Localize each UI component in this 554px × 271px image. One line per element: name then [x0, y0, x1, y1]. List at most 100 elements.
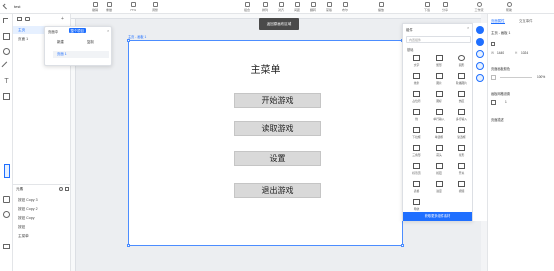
return-canvas-tooltip[interactable]: 返回原画布区域 [259, 18, 299, 30]
filter-icon[interactable] [65, 187, 69, 191]
tab-interactions[interactable]: 交互事件 [519, 18, 533, 23]
line-tool-icon[interactable] [1, 61, 12, 72]
grid-icon[interactable] [491, 100, 496, 105]
component-item[interactable]: 表格 [405, 179, 428, 196]
artboard-label[interactable]: 主页 - 画板 1 [128, 34, 146, 39]
outline-panel: 元素 按钮 Copy 3 按钮 Copy 2 按钮 Copy 按钮 主菜单 [13, 184, 71, 271]
component-item[interactable]: 占位符 [405, 89, 428, 106]
assets-icon[interactable] [3, 211, 10, 218]
component-item[interactable]: 轮播图片 [450, 71, 473, 88]
settings-button[interactable]: 设置 [234, 151, 321, 166]
search-icon[interactable] [59, 187, 63, 191]
popup-tab-current[interactable]: 页面中 [48, 29, 58, 34]
component-item[interactable]: 复选框 [450, 125, 473, 142]
fill-swatch[interactable] [491, 75, 496, 80]
component-glyph-icon [413, 73, 420, 79]
toolbar-item[interactable]: 组合 [238, 2, 256, 12]
toolbar-item[interactable]: 播放 [372, 2, 390, 12]
resize-handle[interactable] [401, 244, 404, 247]
align-icon [278, 2, 284, 7]
quit-game-button[interactable]: 退出游戏 [234, 183, 321, 198]
component-item[interactable]: 线条 [405, 71, 428, 88]
add-page-icon[interactable]: + [61, 16, 64, 22]
charts-icon[interactable] [476, 74, 484, 82]
workflow-icon [476, 2, 482, 7]
icons-icon[interactable] [476, 38, 484, 46]
component-item[interactable]: 线 [405, 107, 428, 124]
component-item[interactable]: 单选框 [428, 125, 451, 142]
component-item[interactable]: 三角形 [405, 143, 428, 160]
height-input[interactable]: 1024 [521, 51, 528, 55]
toolbar-item[interactable]: 下载 [418, 2, 436, 12]
redo-icon [106, 2, 112, 7]
layer-item[interactable]: 按钮 [13, 223, 71, 231]
toolbar-item[interactable]: 布尔 [336, 2, 354, 12]
close-icon[interactable]: × [107, 28, 109, 33]
new-page-button[interactable]: 新建 [57, 39, 64, 44]
component-item[interactable]: 文字 [405, 53, 428, 70]
components-tab-icon[interactable] [4, 164, 10, 178]
close-icon[interactable]: × [467, 25, 469, 30]
library-section[interactable]: 基础 [407, 47, 413, 52]
component-item[interactable]: 图片 [428, 71, 451, 88]
component-item[interactable]: 图标 [428, 89, 451, 106]
artboard[interactable]: 主菜单 开始游戏 读取游戏 设置 退出游戏 [127, 39, 404, 247]
load-game-button[interactable]: 读取游戏 [234, 121, 321, 136]
component-item[interactable]: 热区 [450, 89, 473, 106]
popup-tab-project[interactable]: 整个项目 [69, 28, 86, 33]
grid-size[interactable]: 1 [505, 100, 507, 104]
text-tool-icon[interactable]: T [3, 78, 10, 85]
copy-page-button[interactable]: 复制 [87, 39, 94, 44]
toolbar-item[interactable]: 帮助 [500, 2, 518, 12]
component-item[interactable]: 下拉框 [405, 125, 428, 142]
folder-icon[interactable] [25, 17, 30, 21]
toolbar-item[interactable]: 重做 [100, 2, 118, 12]
device-icon[interactable] [491, 42, 495, 46]
fill-opacity[interactable]: 100% [537, 75, 545, 79]
component-label: 矩形 [436, 63, 442, 67]
component-item[interactable]: 箭头 [428, 143, 451, 160]
component-item[interactable]: 标签页 [405, 161, 428, 178]
component-item[interactable]: 圆形 [450, 53, 473, 70]
toolbar-item[interactable]: 调整 [146, 2, 164, 12]
toolbar-item[interactable]: 77% [124, 2, 142, 12]
component-item[interactable]: 多行输入 [450, 107, 473, 124]
image-tool-icon[interactable] [3, 93, 10, 100]
toolbar-item-label: 对齐 [277, 8, 284, 12]
resize-handle[interactable] [127, 244, 130, 247]
images-icon[interactable] [476, 62, 484, 70]
component-item[interactable]: 开关 [450, 161, 473, 178]
popup-page-item[interactable]: 页面 1 [53, 51, 109, 58]
component-item[interactable]: 星形 [450, 143, 473, 160]
more-components-button[interactable]: 获取更多组件素材 [403, 212, 472, 221]
component-item[interactable]: 视频 [450, 179, 473, 196]
tab-page-props[interactable]: 页面属性 [491, 18, 505, 24]
library-search-input[interactable]: 内置组件 [406, 36, 471, 43]
component-item[interactable]: 进度 [428, 179, 451, 196]
component-item[interactable]: 矩形 [428, 53, 451, 70]
select-tool-icon[interactable] [3, 18, 8, 23]
document-title[interactable]: test [14, 4, 20, 9]
layer-item[interactable]: 按钮 Copy 2 [13, 205, 71, 213]
layers-icon[interactable] [3, 196, 10, 203]
page-name[interactable]: 主页 - 画板 1 [491, 30, 510, 35]
component-item[interactable]: 按钮 [428, 161, 451, 178]
layer-item[interactable]: 按钮 Copy [13, 214, 71, 222]
start-game-button[interactable]: 开始游戏 [234, 93, 321, 108]
ellipse-tool-icon[interactable] [3, 48, 10, 55]
toolbar-item-label: 分享 [441, 8, 448, 12]
toolbar-item[interactable]: 分享 [436, 2, 454, 12]
components-icon[interactable] [476, 26, 484, 34]
toolbar-item[interactable]: 工作流 [470, 2, 488, 12]
layer-item[interactable]: 主菜单 [13, 232, 71, 240]
trash-icon[interactable] [3, 244, 10, 249]
fill-slider[interactable] [500, 77, 532, 78]
templates-icon[interactable] [476, 50, 484, 58]
layer-item[interactable]: 按钮 Copy 3 [13, 196, 71, 204]
rectangle-tool-icon[interactable] [3, 33, 10, 40]
width-input[interactable]: 1440 [497, 51, 504, 55]
component-item[interactable]: 单行输入 [428, 107, 451, 124]
description-section[interactable]: 页面描述 [491, 117, 504, 122]
resize-handle[interactable] [127, 39, 130, 42]
back-icon[interactable] [2, 3, 9, 10]
